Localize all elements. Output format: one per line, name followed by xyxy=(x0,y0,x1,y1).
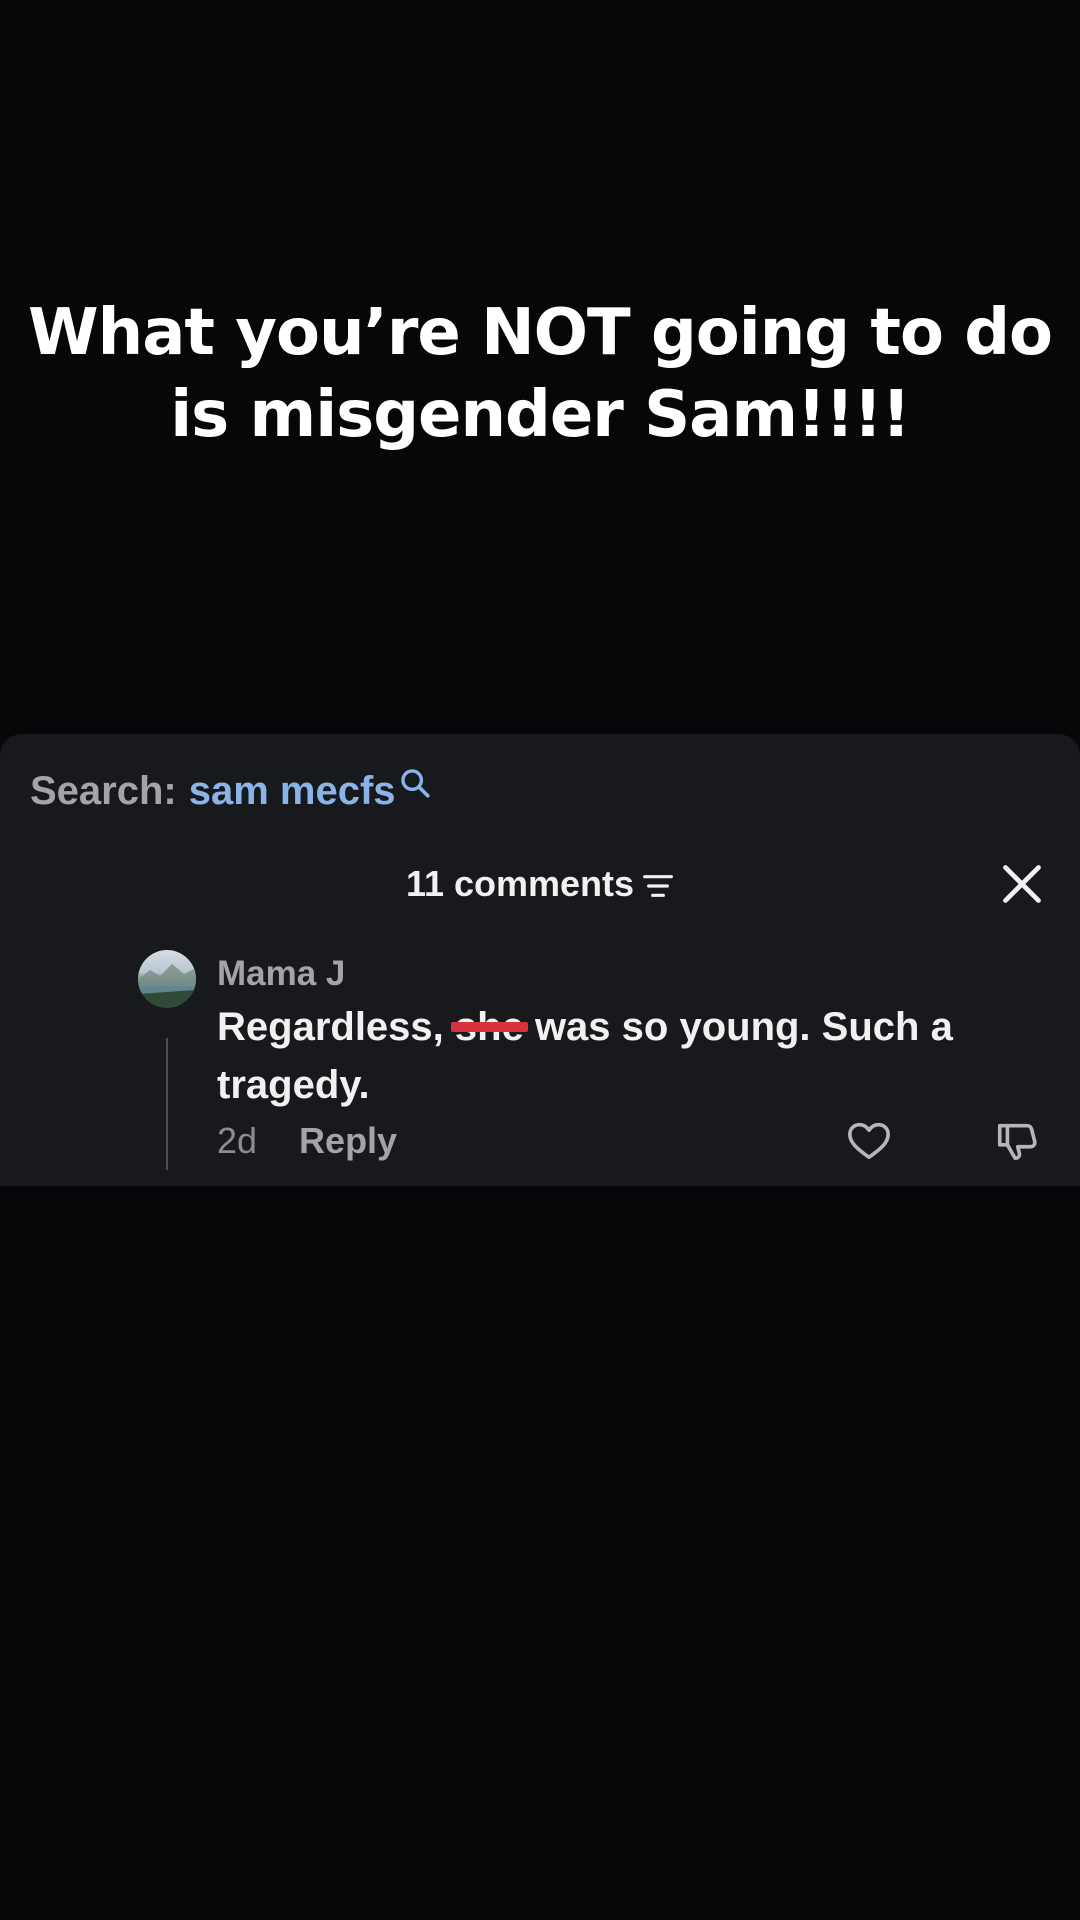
thread-line xyxy=(166,1038,168,1170)
search-suggestion[interactable]: Search: sam mecfs xyxy=(30,766,432,816)
video-frame: What you’re NOT going to do is misgender… xyxy=(0,0,1080,1920)
comment-text-before: Regardless, xyxy=(217,1005,455,1049)
thumbs-down-icon[interactable] xyxy=(994,1118,1040,1164)
close-icon[interactable] xyxy=(1000,862,1044,906)
search-label: Search: xyxy=(30,768,177,813)
struck-word: she xyxy=(450,998,528,1056)
comments-panel: Search: sam mecfs 11 comments Mama J Reg… xyxy=(0,734,1080,1186)
comment-text: Regardless, she was so young. Such a tra… xyxy=(217,998,1037,1114)
comments-count: 11 comments xyxy=(405,863,635,904)
comment-timestamp: 2d xyxy=(217,1120,258,1161)
search-query-link[interactable]: sam mecfs xyxy=(189,769,396,814)
sort-icon[interactable] xyxy=(642,872,674,900)
comments-header[interactable]: 11 comments xyxy=(0,856,1080,912)
comment-meta: 2d Reply xyxy=(217,1116,397,1166)
avatar-landscape-icon xyxy=(138,964,196,1008)
video-caption: What you’re NOT going to do is misgender… xyxy=(0,292,1080,456)
search-icon xyxy=(400,769,430,798)
reply-button[interactable]: Reply xyxy=(299,1120,397,1162)
caption-line-2: is misgender Sam!!!! xyxy=(170,378,911,452)
avatar[interactable] xyxy=(138,950,196,1008)
comment-item: Mama J Regardless, she was so young. Suc… xyxy=(0,940,1080,1180)
comment-username[interactable]: Mama J xyxy=(217,954,345,994)
caption-line-1: What you’re NOT going to do xyxy=(28,296,1053,370)
heart-icon[interactable] xyxy=(846,1118,892,1164)
